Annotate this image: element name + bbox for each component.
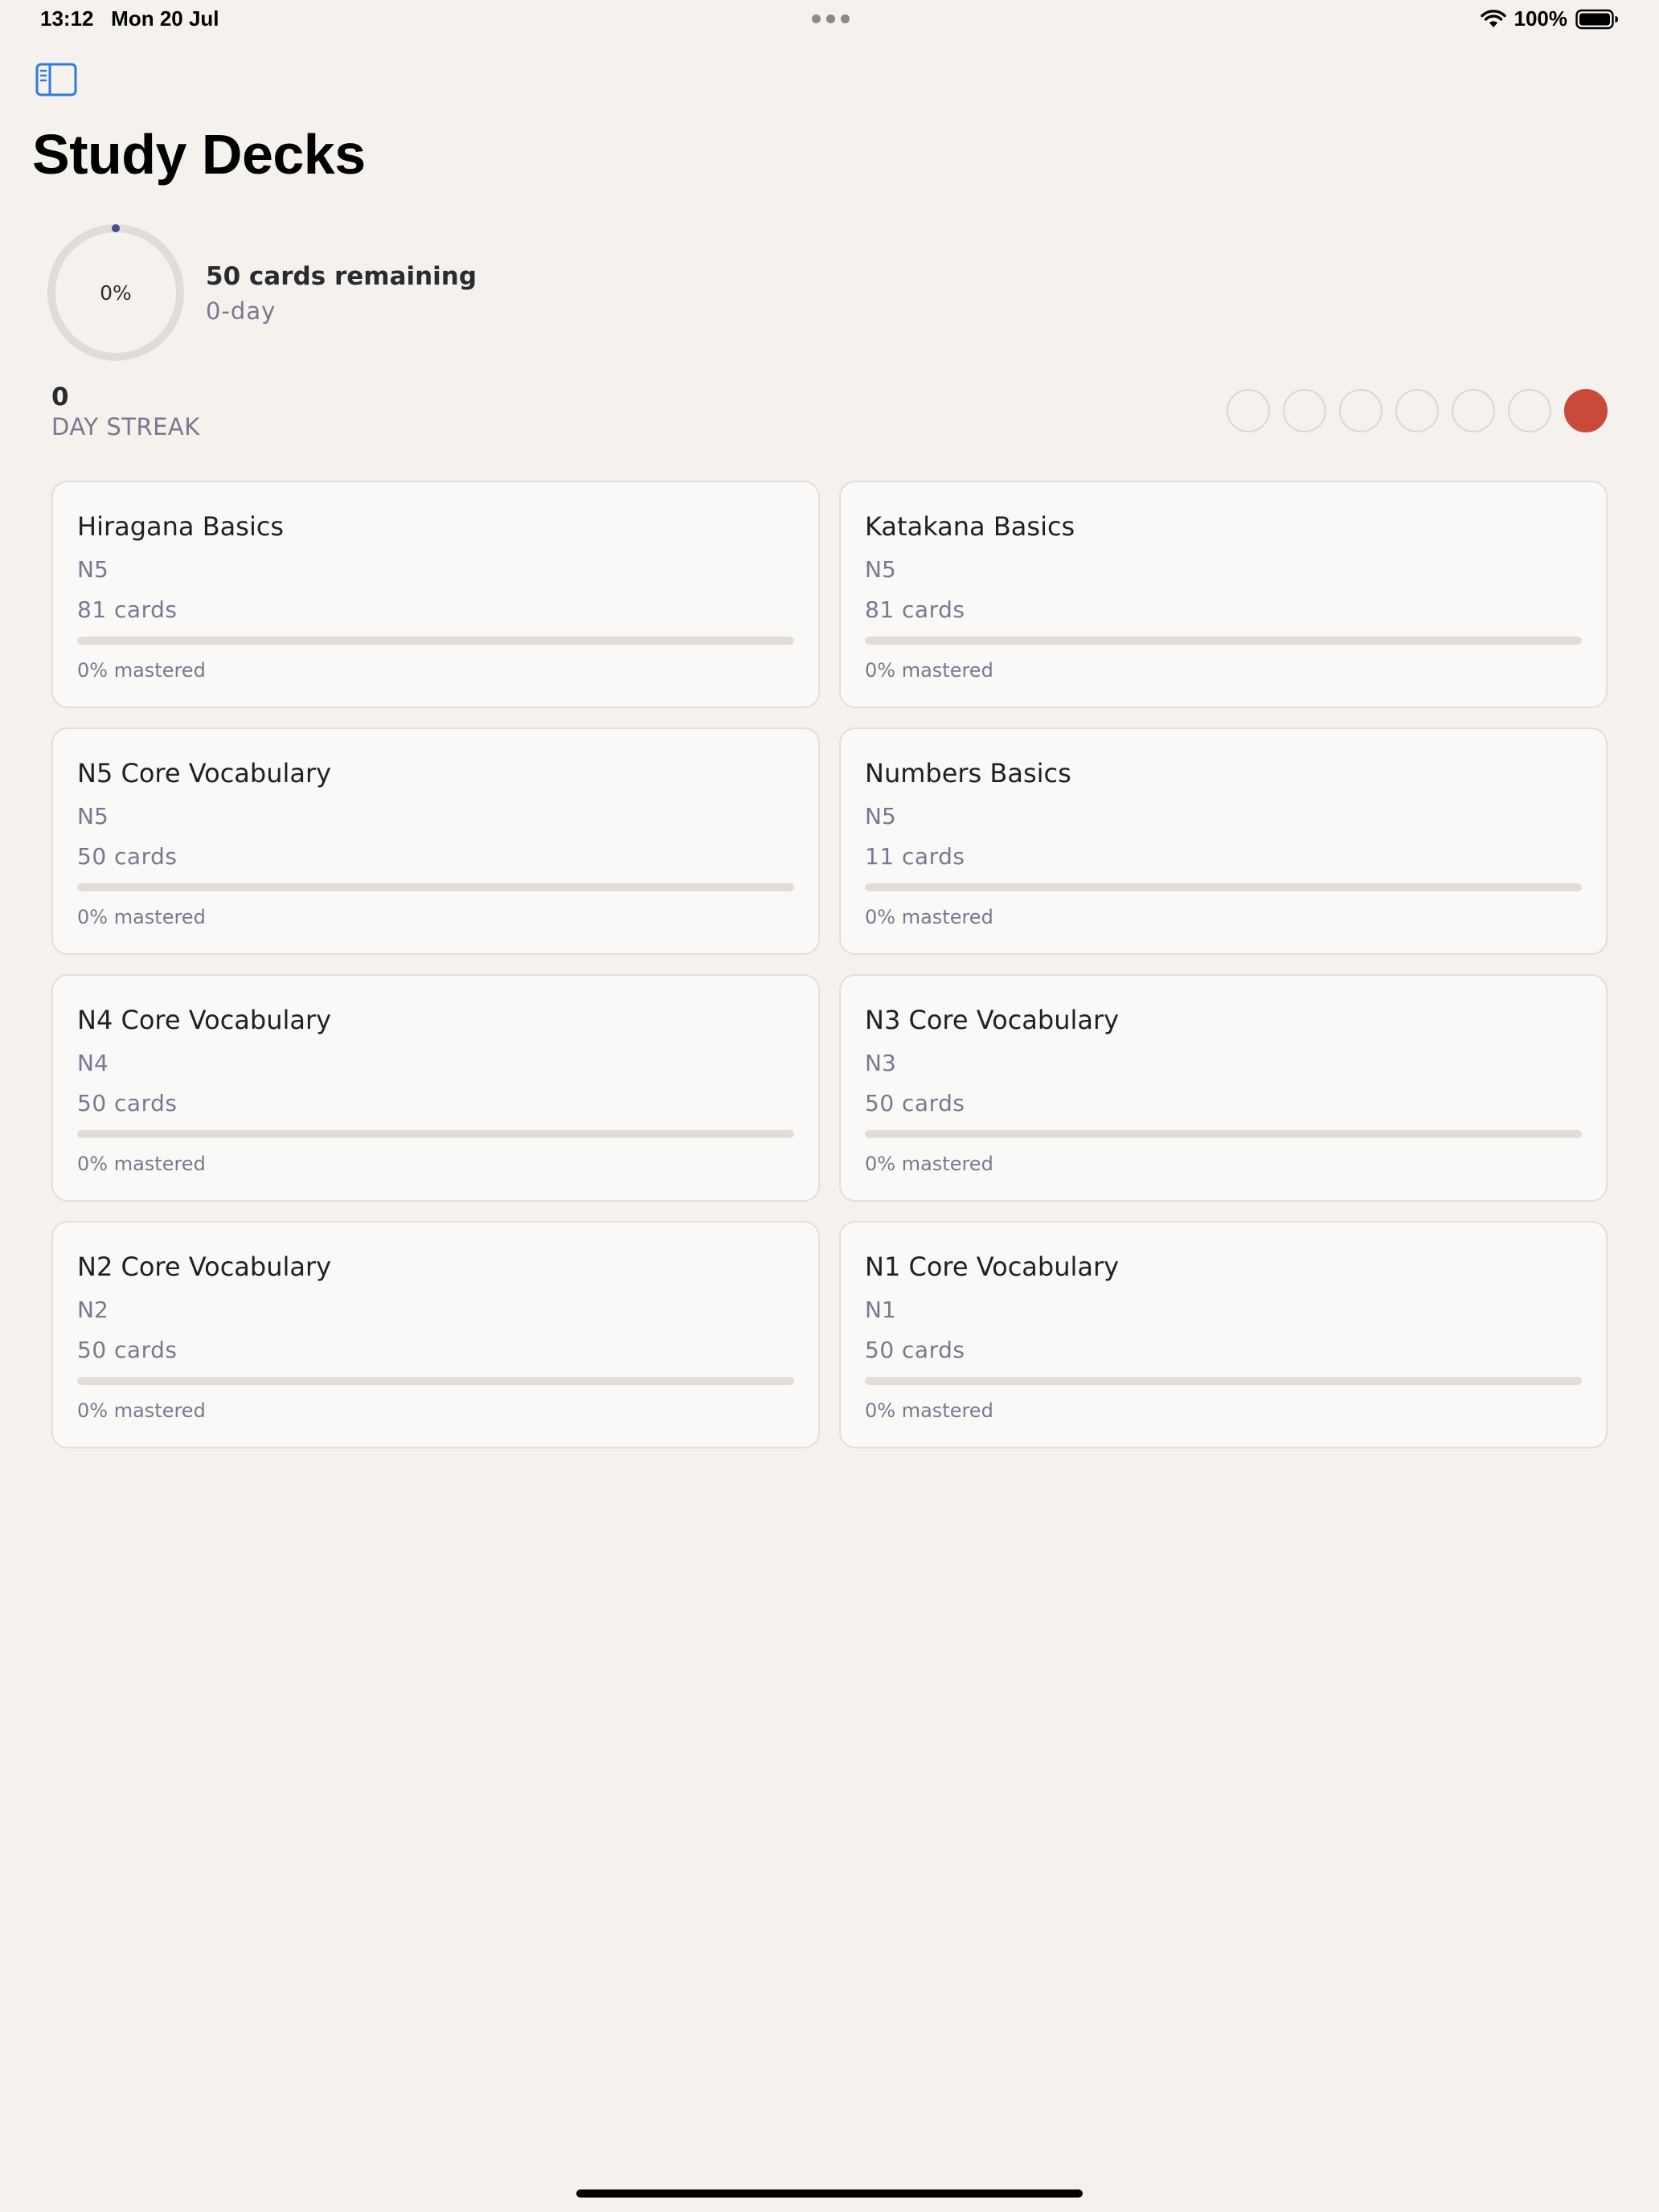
deck-progress-bar: [865, 1130, 1582, 1138]
deck-level: N3: [865, 1050, 896, 1076]
deck-title: N5 Core Vocabulary: [77, 758, 332, 789]
status-date: Mon 20 Jul: [111, 6, 219, 31]
progress-percent: 0%: [100, 281, 132, 305]
week-dot-3: [1395, 389, 1439, 432]
deck-mastered-label: 0% mastered: [865, 906, 993, 928]
deck-mastered-label: 0% mastered: [77, 659, 206, 682]
deck-card-count: 50 cards: [865, 1090, 965, 1116]
status-time: 13:12 Mon 20 Jul: [40, 6, 219, 31]
deck-title: Hiragana Basics: [77, 511, 285, 542]
deck-card-6[interactable]: N2 Core Vocabulary N2 50 cards 0% master…: [51, 1221, 820, 1448]
status-indicators: 100%: [1480, 6, 1620, 31]
deck-mastered-label: 0% mastered: [865, 1153, 993, 1175]
deck-progress-bar: [865, 1377, 1582, 1385]
sidebar-icon: [35, 63, 77, 96]
deck-progress-bar: [865, 637, 1582, 645]
week-dot-1: [1283, 389, 1326, 432]
deck-card-5[interactable]: N3 Core Vocabulary N3 50 cards 0% master…: [839, 974, 1608, 1202]
deck-progress-bar: [77, 1130, 794, 1138]
multitasking-dots-icon[interactable]: [812, 14, 850, 23]
deck-card-count: 50 cards: [77, 843, 178, 870]
deck-card-count: 81 cards: [865, 596, 965, 623]
deck-level: N5: [865, 556, 896, 583]
deck-mastered-label: 0% mastered: [77, 906, 206, 928]
deck-title: N4 Core Vocabulary: [77, 1005, 332, 1035]
deck-progress-bar: [865, 883, 1582, 891]
week-dot-0: [1227, 389, 1270, 432]
deck-title: Katakana Basics: [865, 511, 1075, 542]
deck-mastered-label: 0% mastered: [77, 1399, 206, 1422]
deck-title: N2 Core Vocabulary: [77, 1251, 332, 1282]
deck-card-count: 50 cards: [77, 1090, 178, 1116]
battery-icon: [1575, 9, 1619, 30]
cards-remaining: 50 cards remaining: [206, 262, 477, 291]
deck-card-count: 50 cards: [865, 1337, 965, 1363]
week-dot-4: [1452, 389, 1495, 432]
deck-title: N3 Core Vocabulary: [865, 1005, 1120, 1035]
deck-level: N5: [865, 803, 896, 830]
streak-count: 0: [51, 383, 69, 412]
deck-level: N4: [77, 1050, 109, 1076]
week-streak-dots: [1227, 389, 1608, 432]
deck-mastered-label: 0% mastered: [865, 659, 993, 682]
deck-mastered-label: 0% mastered: [865, 1399, 993, 1422]
deck-card-count: 50 cards: [77, 1337, 178, 1363]
home-indicator[interactable]: [576, 2189, 1083, 2198]
day-subtext: 0-day: [206, 297, 276, 325]
week-dot-2: [1339, 389, 1382, 432]
deck-card-count: 81 cards: [77, 596, 178, 623]
deck-progress-bar: [77, 883, 794, 891]
deck-card-2[interactable]: N5 Core Vocabulary N5 50 cards 0% master…: [51, 727, 820, 955]
deck-card-1[interactable]: Katakana Basics N5 81 cards 0% mastered: [839, 481, 1608, 708]
deck-level: N5: [77, 556, 109, 583]
deck-grid: Hiragana Basics N5 81 cards 0% mastered …: [51, 481, 1608, 1448]
deck-card-3[interactable]: Numbers Basics N5 11 cards 0% mastered: [839, 727, 1608, 955]
sidebar-toggle-button[interactable]: [35, 63, 77, 96]
deck-title: N1 Core Vocabulary: [865, 1251, 1120, 1282]
battery-percent: 100%: [1514, 6, 1568, 31]
week-dot-5: [1508, 389, 1551, 432]
deck-title: Numbers Basics: [865, 758, 1071, 789]
deck-level: N2: [77, 1296, 109, 1323]
page-title: Study Decks: [32, 123, 366, 186]
deck-card-4[interactable]: N4 Core Vocabulary N4 50 cards 0% master…: [51, 974, 820, 1202]
deck-card-count: 11 cards: [865, 843, 965, 870]
deck-level: N1: [865, 1296, 896, 1323]
deck-progress-bar: [77, 1377, 794, 1385]
deck-card-7[interactable]: N1 Core Vocabulary N1 50 cards 0% master…: [839, 1221, 1608, 1448]
deck-card-0[interactable]: Hiragana Basics N5 81 cards 0% mastered: [51, 481, 820, 708]
week-dot-6: [1564, 389, 1608, 432]
daily-progress-ring: 0%: [45, 222, 186, 363]
deck-level: N5: [77, 803, 109, 830]
status-clock: 13:12: [40, 6, 94, 31]
streak-label: DAY STREAK: [51, 413, 200, 440]
wifi-icon: [1480, 9, 1506, 29]
status-bar: 13:12 Mon 20 Jul 100%: [0, 0, 1659, 39]
deck-progress-bar: [77, 637, 794, 645]
deck-mastered-label: 0% mastered: [77, 1153, 206, 1175]
